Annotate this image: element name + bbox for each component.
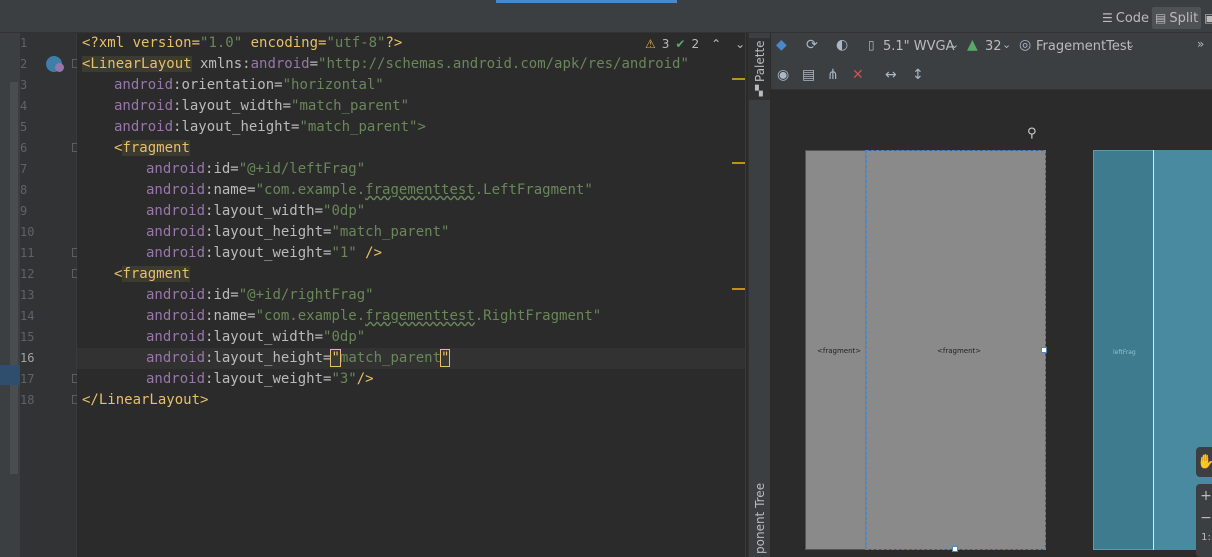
wrench-icon[interactable]: ⚲: [1027, 126, 1037, 141]
warning-stripe-marker[interactable]: [732, 162, 745, 164]
palette-side-strip: [748, 33, 770, 557]
chevron-up-icon[interactable]: ⌃: [711, 37, 721, 51]
warning-count: 3: [661, 37, 670, 51]
theme-chevron-down-icon: ⌄: [1126, 38, 1136, 51]
android-icon: ▲: [967, 37, 978, 53]
split-mode-icon: ▤: [1155, 11, 1167, 25]
line-number: 4: [20, 99, 28, 113]
line-number: 3: [20, 78, 28, 92]
line-number: 14: [20, 309, 35, 323]
line-number: 15: [20, 330, 35, 344]
line-number: 9: [20, 204, 28, 218]
code-editor[interactable]: <?xml version="1.0" encoding="utf-8"?> <…: [77, 33, 745, 557]
code-mode-button[interactable]: ☰ Code: [1099, 7, 1152, 29]
device-icon: ▯: [868, 38, 875, 52]
code-line: android:layout_width="0dp": [146, 203, 366, 219]
hand-icon: ✋: [1197, 454, 1212, 470]
code-line: android:layout_height="match_parent": [146, 224, 450, 240]
line-number: 5: [20, 120, 28, 134]
left-current-marker: [0, 365, 20, 385]
line-number: 10: [20, 225, 35, 239]
line-number: 2: [20, 57, 28, 71]
line-number: 8: [20, 183, 28, 197]
line-number: 7: [20, 162, 28, 176]
code-mode-icon: ☰: [1102, 11, 1113, 25]
code-line: <LinearLayout xmlns:android="http://sche…: [82, 56, 689, 72]
api-chevron-down-icon: ⌄: [1002, 38, 1012, 51]
night-mode-icon[interactable]: ◐: [836, 37, 848, 53]
layers-icon[interactable]: ◆: [776, 37, 787, 53]
code-line: <fragment: [114, 266, 190, 282]
zoom-reset-icon[interactable]: 1:: [1196, 532, 1212, 543]
line-number-current: 16: [20, 351, 35, 365]
palette-icon: ▚: [755, 86, 763, 97]
clear-constraints-icon[interactable]: ✕: [852, 67, 864, 83]
theme-selector[interactable]: FragementTest: [1036, 39, 1132, 54]
device-chevron-down-icon: ⌄: [950, 38, 960, 51]
code-line: android:name="com.example.fragementtest.…: [146, 182, 593, 198]
resize-handle[interactable]: [1041, 347, 1047, 353]
code-line: android:name="com.example.fragementtest.…: [146, 308, 602, 324]
code-line: android:layout_width="0dp": [146, 329, 366, 345]
code-line: android:id="@+id/leftFrag": [146, 161, 366, 177]
check-icon: ✔: [675, 37, 686, 51]
code-line: android:id="@+id/rightFrag": [146, 287, 374, 303]
left-fragment-label: <fragment>: [817, 347, 862, 355]
resize-handle[interactable]: [952, 546, 958, 552]
line-number: 6: [20, 141, 28, 155]
blueprint-icon[interactable]: ▤: [802, 67, 815, 83]
api-selector[interactable]: 32: [985, 39, 1002, 54]
editor-top-bar: [0, 0, 1212, 33]
warning-stripe-marker[interactable]: [732, 288, 745, 290]
design-mode-button[interactable]: ▣: [1201, 7, 1212, 29]
design-left-fragment-label: leftFrag: [1113, 349, 1136, 356]
warning-icon: ⚠: [645, 37, 656, 51]
device-selector[interactable]: 5.1" WVGA: [883, 39, 955, 54]
right-fragment-label: <fragment>: [937, 347, 982, 355]
vertical-expand-icon[interactable]: ↕: [912, 67, 924, 83]
line-number: 18: [20, 393, 35, 407]
code-line: </LinearLayout>: [82, 392, 209, 408]
orientation-icon[interactable]: ⟳: [806, 37, 818, 53]
palette-tab-label[interactable]: Palette: [753, 40, 767, 82]
code-line: android:layout_weight="3"/>: [146, 371, 374, 387]
magnet-off-icon[interactable]: ⋔: [827, 67, 839, 83]
code-line-current: android:layout_height="match_parent": [77, 348, 745, 369]
line-number: 1: [20, 36, 28, 50]
chevron-down-icon[interactable]: ⌄: [735, 37, 745, 51]
zoom-controls: + − 1:: [1196, 484, 1212, 557]
line-number: 11: [20, 246, 35, 260]
code-line: android:layout_width="match_parent": [114, 98, 410, 114]
active-tab-indicator: [496, 0, 677, 3]
code-line: <fragment: [114, 140, 190, 156]
split-mode-button[interactable]: ▤ Split: [1152, 7, 1202, 29]
eye-icon[interactable]: ◉: [777, 67, 789, 83]
check-count: 2: [691, 37, 700, 51]
more-icon[interactable]: »: [1197, 37, 1204, 51]
layout-preview-badge-icon: [55, 63, 64, 72]
code-line: android:layout_weight="1" />: [146, 245, 383, 261]
code-line: android:orientation="horizontal": [114, 77, 384, 93]
line-number: 17: [20, 372, 35, 386]
component-tree-tab-label[interactable]: ponent Tree: [753, 483, 767, 554]
editor-scrollbar[interactable]: [745, 33, 746, 557]
theme-icon: ◎: [1019, 37, 1032, 53]
pan-hand-button[interactable]: ✋: [1196, 447, 1212, 477]
warning-stripe-marker[interactable]: [732, 78, 745, 80]
code-mode-label: Code: [1115, 10, 1150, 26]
line-number: 12: [20, 267, 35, 281]
zoom-in-icon[interactable]: +: [1196, 488, 1212, 504]
zoom-out-icon[interactable]: −: [1196, 510, 1212, 526]
code-line: android:layout_height="match_parent">: [114, 119, 426, 135]
left-scrollbar[interactable]: [10, 82, 18, 474]
design-mode-icon: ▣: [1204, 11, 1212, 25]
horizontal-expand-icon[interactable]: ↔: [885, 67, 897, 83]
split-mode-label: Split: [1169, 10, 1199, 26]
inspection-widget[interactable]: ⚠ 3 ✔ 2 ⌃ ⌄: [645, 37, 745, 51]
line-number: 13: [20, 288, 35, 302]
